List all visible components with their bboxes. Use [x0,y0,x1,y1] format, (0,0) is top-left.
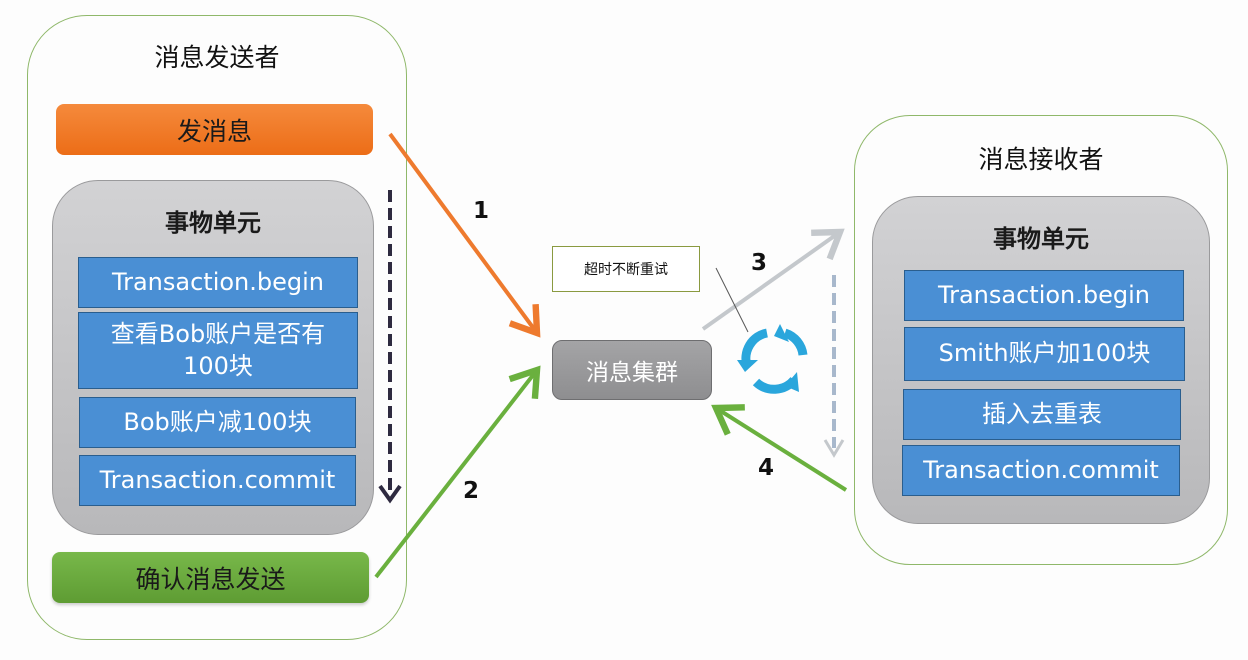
connectors-layer [374,132,848,579]
arrow-4 [711,404,848,492]
arrow-1 [388,132,541,338]
arrow-3 [701,228,845,331]
arrow-1-label: 1 [473,198,490,224]
arrow-4-label: 4 [758,455,775,481]
arrow-3-label: 3 [751,250,768,276]
arrow-2 [374,365,541,579]
arrow-2-label: 2 [463,478,480,504]
